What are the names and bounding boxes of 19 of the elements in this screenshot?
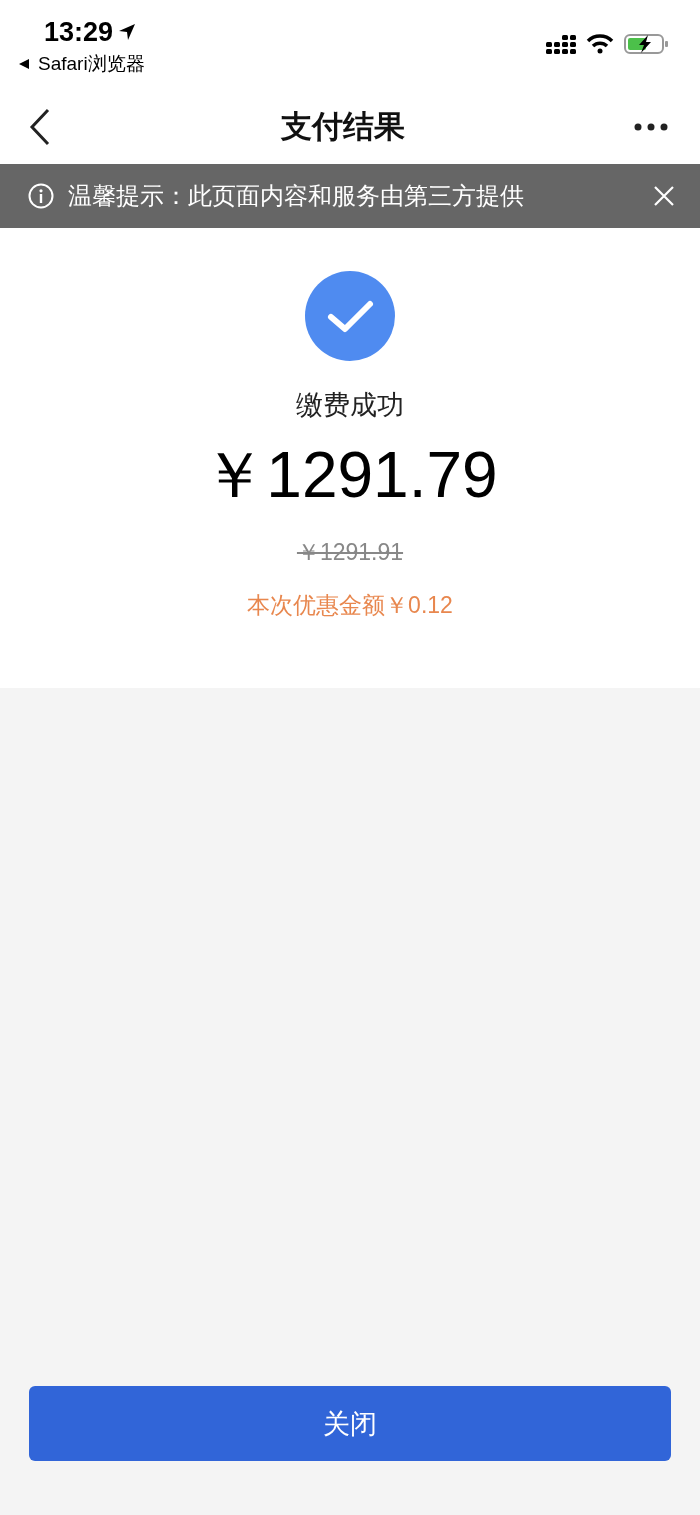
battery-icon [624, 33, 670, 55]
more-icon[interactable] [634, 123, 668, 131]
clock-time: 13:29 [44, 16, 114, 48]
location-arrow-icon [117, 22, 138, 42]
back-icon[interactable] [28, 108, 52, 146]
success-check-icon [305, 271, 395, 361]
info-icon [28, 183, 54, 209]
payment-status: 缴费成功 [296, 389, 404, 422]
notice-text: 温馨提示：此页面内容和服务由第三方提供 [68, 181, 525, 211]
back-triangle-icon[interactable] [18, 58, 30, 70]
original-amount: ￥1291.91 [296, 538, 404, 567]
close-button[interactable]: 关闭 [29, 1386, 671, 1461]
paid-amount: ￥1291.79 [202, 438, 498, 513]
signal-icon [546, 34, 576, 54]
discount-amount: 本次优惠金额￥0.12 [247, 591, 453, 620]
wifi-icon [586, 34, 614, 54]
close-icon[interactable] [654, 186, 674, 206]
back-to-app-link[interactable]: Safari浏览器 [38, 52, 145, 76]
page-title: 支付结果 [281, 108, 405, 146]
